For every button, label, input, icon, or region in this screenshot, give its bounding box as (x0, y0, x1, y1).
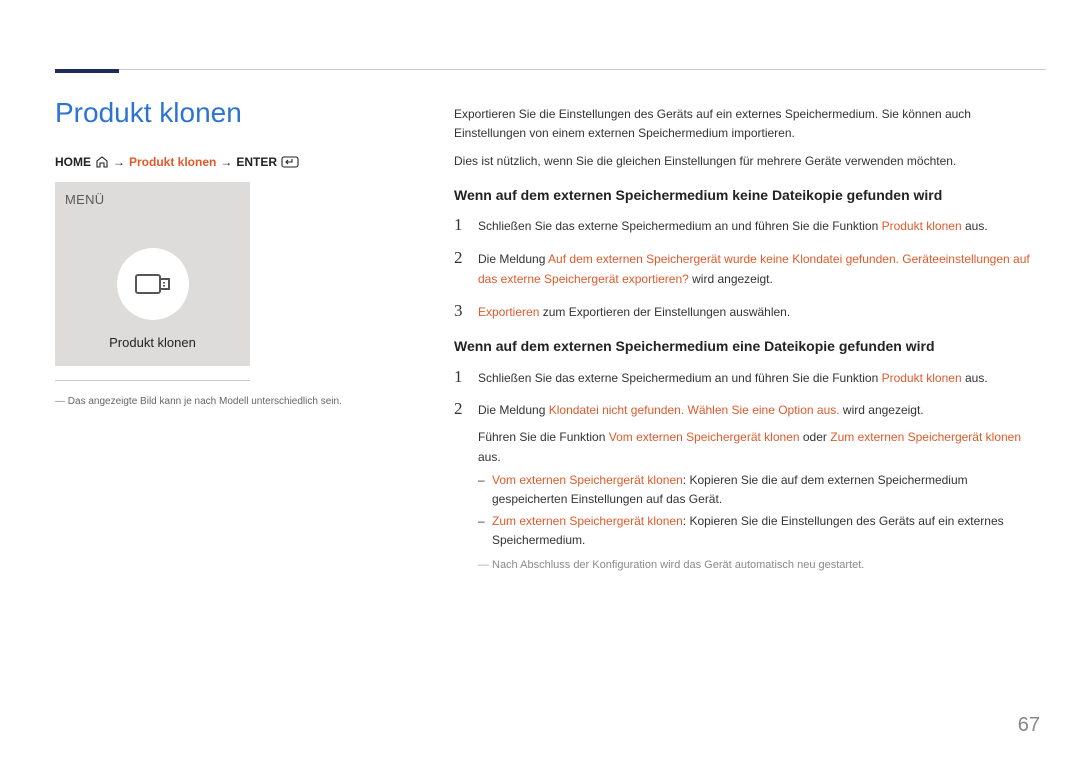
breadcrumb-item: Produkt klonen (129, 155, 216, 169)
menu-label: MENÜ (65, 192, 104, 207)
highlight: Zum externen Speichergerät klonen (492, 514, 683, 528)
step-number: 1 (454, 368, 466, 387)
sub-line: Führen Sie die Funktion Vom externen Spe… (478, 427, 1039, 468)
section1-heading: Wenn auf dem externen Speichermedium kei… (454, 185, 1039, 207)
intro-block: Exportieren Sie die Einstellungen des Ge… (454, 105, 1039, 171)
text: wird angezeigt. (689, 272, 773, 286)
step-body: Schließen Sie das externe Speichermedium… (478, 368, 1039, 388)
sidebar-divider (55, 380, 250, 381)
text: oder (800, 430, 831, 444)
highlight: Vom externen Speichergerät klonen (609, 430, 800, 444)
sidebar-note: Das angezeigte Bild kann je nach Modell … (55, 395, 355, 409)
step-body: Schließen Sie das externe Speichermedium… (478, 216, 1039, 236)
highlight: Klondatei nicht gefunden. Wählen Sie ein… (549, 403, 840, 417)
step-body: Die Meldung Klondatei nicht gefunden. Wä… (478, 400, 1039, 574)
highlight: Exportieren (478, 305, 539, 319)
breadcrumb: HOME → Produkt klonen → ENTER (55, 155, 299, 169)
step-body: Exportieren zum Exportieren der Einstell… (478, 302, 1039, 322)
step-body: Die Meldung Auf dem externen Speicherger… (478, 249, 1039, 290)
step-number: 2 (454, 400, 466, 419)
section1-step3: 3 Exportieren zum Exportieren der Einste… (454, 302, 1039, 322)
page-top-rule (55, 69, 1046, 70)
text: aus. (478, 450, 501, 464)
highlight: Vom externen Speichergerät klonen (492, 473, 683, 487)
usb-icon (133, 270, 173, 298)
step-number: 3 (454, 302, 466, 321)
breadcrumb-home: HOME (55, 155, 91, 169)
bullet-item-2: Zum externen Speichergerät klonen: Kopie… (492, 512, 1039, 549)
text: aus. (962, 219, 988, 233)
text: Führen Sie die Funktion (478, 430, 609, 444)
section2-heading: Wenn auf dem externen Speichermedium ein… (454, 336, 1039, 358)
page-top-rule-accent (55, 69, 119, 73)
text: Die Meldung (478, 403, 549, 417)
section1-step1: 1 Schließen Sie das externe Speichermedi… (454, 216, 1039, 236)
bullet-item-1: Vom externen Speichergerät klonen: Kopie… (492, 471, 1039, 508)
text: zum Exportieren der Einstellungen auswäh… (539, 305, 790, 319)
enter-icon (281, 156, 299, 168)
content-column: Exportieren Sie die Einstellungen des Ge… (454, 105, 1039, 586)
breadcrumb-arrow-2: → (220, 155, 232, 169)
usb-icon-circle (117, 248, 189, 320)
intro-p2: Dies ist nützlich, wenn Sie die gleichen… (454, 152, 1039, 171)
bullet-list: Vom externen Speichergerät klonen: Kopie… (478, 471, 1039, 574)
section1-step2: 2 Die Meldung Auf dem externen Speicherg… (454, 249, 1039, 290)
text: aus. (962, 371, 988, 385)
menu-item-label: Produkt klonen (55, 335, 250, 350)
menu-preview-box: MENÜ Produkt klonen (55, 182, 250, 366)
home-icon (95, 156, 109, 168)
footnote: Nach Abschluss der Konfiguration wird da… (492, 556, 1039, 575)
breadcrumb-enter: ENTER (236, 155, 277, 169)
highlight: Produkt klonen (882, 219, 962, 233)
text: wird angezeigt. (840, 403, 924, 417)
highlight: Zum externen Speichergerät klonen (830, 430, 1021, 444)
text: Schließen Sie das externe Speichermedium… (478, 219, 882, 233)
section2-step1: 1 Schließen Sie das externe Speichermedi… (454, 368, 1039, 388)
step-number: 1 (454, 216, 466, 235)
breadcrumb-arrow-1: → (113, 155, 125, 169)
step-number: 2 (454, 249, 466, 268)
page-title: Produkt klonen (55, 97, 242, 129)
text: Die Meldung (478, 252, 548, 266)
highlight: Produkt klonen (882, 371, 962, 385)
page-number: 67 (1018, 714, 1040, 737)
intro-p1: Exportieren Sie die Einstellungen des Ge… (454, 105, 1039, 142)
text: Schließen Sie das externe Speichermedium… (478, 371, 882, 385)
section2-step2: 2 Die Meldung Klondatei nicht gefunden. … (454, 400, 1039, 574)
